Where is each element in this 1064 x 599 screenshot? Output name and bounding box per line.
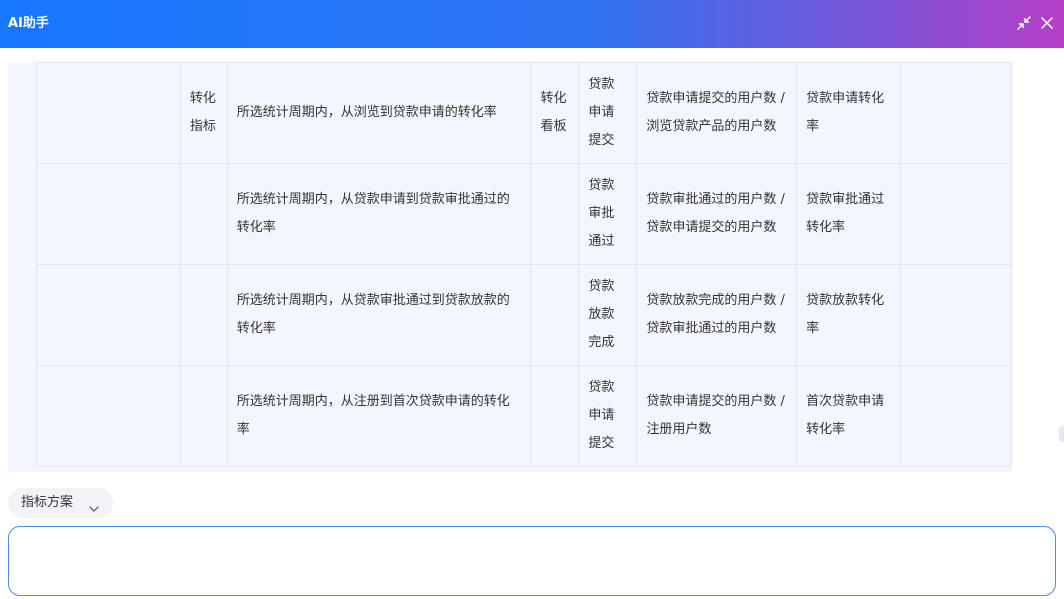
title-bar: AI助手 xyxy=(0,0,1064,48)
description-cell: 所选统计周期内，从贷款申请到贷款审批通过的转化率 xyxy=(226,163,532,265)
formula-cell: 贷款申请提交的用户数 / 浏览贷款产品的用户数 xyxy=(636,62,798,164)
message-content-area: 提交转化指标所选统计周期内，从浏览到贷款申请的转化率转化看板贷款申请提交贷款申请… xyxy=(8,62,1012,472)
content-scrollbar[interactable] xyxy=(1013,62,1021,472)
metric-plan-label: 指标方案 xyxy=(21,495,74,510)
type-cell xyxy=(179,264,228,366)
extra-cell xyxy=(900,264,1012,366)
metric-name-cell: 贷款申请转化率 xyxy=(796,62,902,164)
formula-cell: 贷款申请提交的用户数 / 注册用户数 xyxy=(636,365,798,467)
event-cell: 贷款审批通过 xyxy=(578,163,638,265)
event-cell: 贷款申请提交 xyxy=(578,62,638,164)
chat-input[interactable] xyxy=(9,527,1055,595)
board-cell xyxy=(530,163,580,265)
close-icon[interactable] xyxy=(1039,15,1055,31)
extra-cell xyxy=(900,62,1012,164)
metric-name-cell: 贷款放款转化率 xyxy=(796,264,902,366)
board-cell xyxy=(530,365,580,467)
extra-cell xyxy=(900,163,1012,265)
side-handle[interactable] xyxy=(1059,426,1064,442)
chat-input-box[interactable] xyxy=(8,526,1056,596)
description-cell: 所选统计周期内，从贷款审批通过到贷款放款的转化率 xyxy=(226,264,532,366)
type-cell: 转化指标 xyxy=(179,62,228,164)
board-cell: 转化看板 xyxy=(530,62,580,164)
formula-cell: 贷款审批通过的用户数 / 贷款申请提交的用户数 xyxy=(636,163,798,265)
board-cell xyxy=(530,264,580,366)
description-cell: 所选统计周期内，从注册到首次贷款申请的转化率 xyxy=(226,365,532,467)
category-cell xyxy=(36,365,181,467)
table-row: 转化指标 所选统计周期内，从浏览到贷款申请的转化率 转化看板 贷款申请提交 贷款申请提交… xyxy=(36,62,1012,164)
type-cell xyxy=(179,163,228,265)
table-row: 所选统计周期内，从贷款申请到贷款审批通过的转化率 贷款审批通过 贷款审批通过的用户数… xyxy=(36,163,1012,265)
category-cell xyxy=(36,264,181,366)
window-title: AI助手 xyxy=(8,16,49,31)
extra-cell xyxy=(900,365,1012,467)
metric-table: 提交转化指标所选统计周期内，从浏览到贷款申请的转化率转化看板贷款申请提交贷款申请… xyxy=(36,62,1012,467)
metric-name-cell: 首次贷款申请转化率 xyxy=(796,365,902,467)
formula-cell: 贷款放款完成的用户数 / 贷款审批通过的用户数 xyxy=(636,264,798,366)
type-cell xyxy=(179,365,228,467)
category-cell xyxy=(36,163,181,265)
category-cell xyxy=(36,62,181,164)
event-cell: 贷款放款完成 xyxy=(578,264,638,366)
chevron-down-icon xyxy=(88,497,100,512)
table-row: 所选统计周期内，从贷款审批通过到贷款放款的转化率 贷款放款完成 贷款放款完成的用户数… xyxy=(36,264,1012,366)
metric-name-cell: 贷款审批通过转化率 xyxy=(796,163,902,265)
shrink-arrows-icon[interactable] xyxy=(1016,15,1032,31)
description-cell: 所选统计周期内，从浏览到贷款申请的转化率 xyxy=(226,62,532,164)
metric-plan-dropdown[interactable]: 指标方案 xyxy=(8,488,113,518)
table-row: 所选统计周期内，从注册到首次贷款申请的转化率 贷款申请提交 贷款申请提交的用户数 /… xyxy=(36,365,1012,467)
event-cell: 贷款申请提交 xyxy=(578,365,638,467)
